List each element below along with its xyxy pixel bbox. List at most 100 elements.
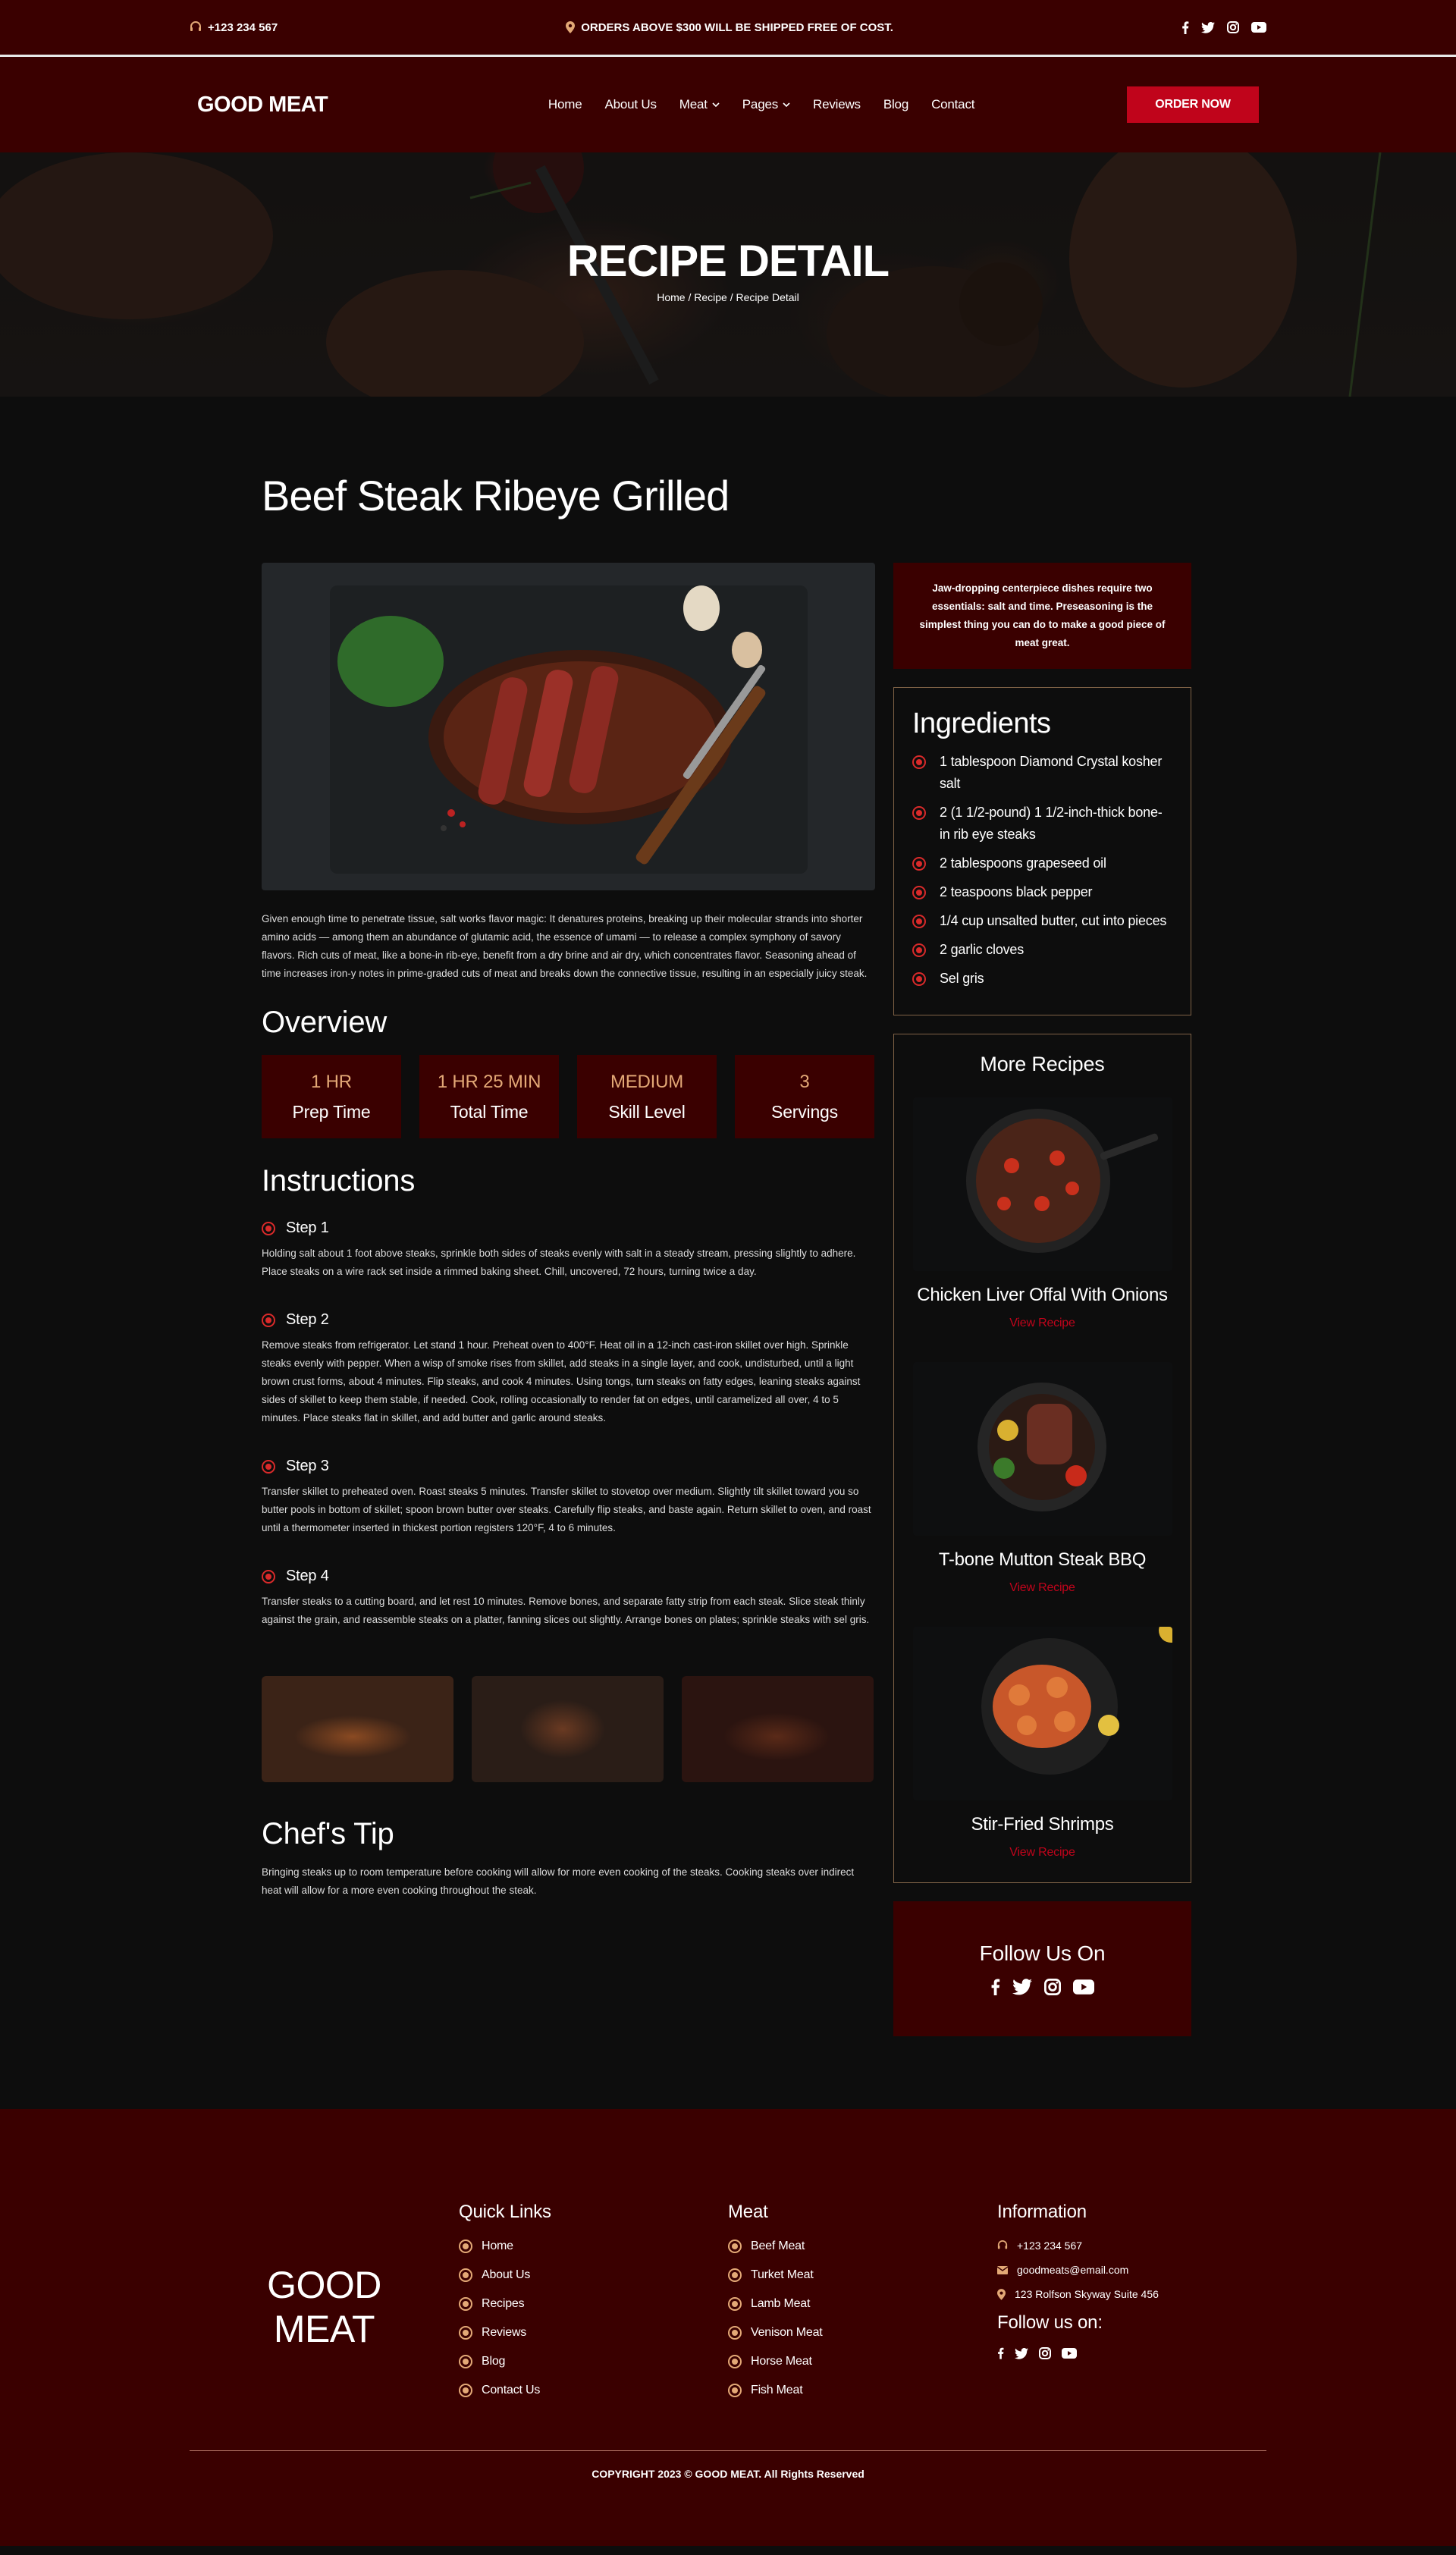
instagram-icon[interactable] <box>1044 1978 1061 1996</box>
footer-phone[interactable]: +123 234 567 <box>997 2240 1266 2252</box>
bullet-icon <box>912 886 926 899</box>
chefs-tip-section: Chef's Tip Bringing steaks up to room te… <box>262 1817 875 1900</box>
bullet-icon <box>459 2384 472 2397</box>
bullet-icon <box>912 806 926 820</box>
footer-link-lamb-meat[interactable]: Lamb Meat <box>728 2297 997 2311</box>
order-now-button[interactable]: ORDER NOW <box>1126 86 1259 123</box>
footer-link-recipes[interactable]: Recipes <box>459 2297 728 2311</box>
ingredients-title: Ingredients <box>912 708 1051 739</box>
recipe-main-image <box>262 563 875 890</box>
footer-information: Information +123 234 567 goodmeats@email… <box>997 2202 1266 2412</box>
nav-item-contact[interactable]: Contact <box>931 97 974 112</box>
chevron-down-icon <box>712 102 720 108</box>
facebook-icon[interactable] <box>990 1978 1000 1996</box>
recipe-card-title[interactable]: Stir-Fried Shrimps <box>913 1814 1172 1835</box>
footer-link-beef-meat[interactable]: Beef Meat <box>728 2240 997 2253</box>
bullet-icon <box>262 1459 275 1474</box>
youtube-icon[interactable] <box>1073 1978 1094 1996</box>
bullet-icon <box>912 972 926 986</box>
view-recipe-link[interactable]: View Recipe <box>1009 1317 1075 1330</box>
instagram-icon[interactable] <box>1039 2347 1051 2359</box>
topbar-phone[interactable]: +123 234 567 <box>190 21 278 34</box>
step-1: Step 1 Holding salt about 1 foot above s… <box>262 1219 875 1281</box>
facebook-icon[interactable] <box>997 2347 1004 2359</box>
footer-link-contact-us[interactable]: Contact Us <box>459 2384 728 2397</box>
overview-title: Overview <box>262 1006 388 1039</box>
twitter-icon[interactable] <box>1015 2347 1028 2359</box>
bullet-icon <box>912 915 926 928</box>
chevron-down-icon <box>783 102 790 108</box>
overview-servings: 3 Servings <box>735 1055 874 1138</box>
nav-item-meat[interactable]: Meat <box>679 97 720 112</box>
footer-link-about-us[interactable]: About Us <box>459 2268 728 2282</box>
footer-address: 123 Rolfson Skyway Suite 456 <box>997 2288 1266 2300</box>
nav-item-about-us[interactable]: About Us <box>604 97 657 112</box>
site-logo[interactable]: GOOD MEAT <box>197 93 328 118</box>
bullet-icon <box>459 2268 472 2282</box>
footer-link-home[interactable]: Home <box>459 2240 728 2253</box>
bullet-icon <box>728 2384 742 2397</box>
twitter-icon[interactable] <box>1012 1978 1032 1996</box>
bullet-icon <box>728 2268 742 2282</box>
bullet-icon <box>459 2240 472 2253</box>
bullet-icon <box>912 857 926 871</box>
youtube-icon[interactable] <box>1251 22 1266 33</box>
footer-meat-links: Meat Beef Meat Turket Meat Lamb Meat Ven… <box>728 2202 997 2412</box>
youtube-icon[interactable] <box>1062 2347 1077 2359</box>
footer-column-title: Quick Links <box>459 2202 551 2222</box>
bullet-icon <box>459 2297 472 2311</box>
topbar-phone-text: +123 234 567 <box>208 20 278 34</box>
footer-link-venison-meat[interactable]: Venison Meat <box>728 2326 997 2340</box>
footer-follow-title: Follow us on: <box>997 2312 1103 2333</box>
view-recipe-link[interactable]: View Recipe <box>1009 1846 1075 1860</box>
follow-us-box: Follow Us On <box>893 1901 1191 2036</box>
recipe-card-image[interactable] <box>913 1097 1172 1271</box>
promo-box: Jaw-dropping centerpiece dishes require … <box>893 563 1191 669</box>
facebook-icon[interactable] <box>1181 20 1189 34</box>
footer-link-fish-meat[interactable]: Fish Meat <box>728 2384 997 2397</box>
overview-section: Overview 1 HR Prep Time 1 HR 25 MIN Tota… <box>262 1006 875 1138</box>
ingredient-item: 2 garlic cloves <box>912 939 1172 961</box>
bullet-icon <box>459 2326 472 2340</box>
recipe-title: Beef Steak Ribeye Grilled <box>262 472 730 519</box>
step-title: Step 3 <box>286 1458 329 1474</box>
footer-link-turket-meat[interactable]: Turket Meat <box>728 2268 997 2282</box>
footer-link-blog[interactable]: Blog <box>459 2355 728 2368</box>
twitter-icon[interactable] <box>1201 21 1215 33</box>
nav-item-home[interactable]: Home <box>548 97 582 112</box>
footer-link-reviews[interactable]: Reviews <box>459 2326 728 2340</box>
overview-prep-time: 1 HR Prep Time <box>262 1055 401 1138</box>
gallery-image-3[interactable] <box>682 1676 874 1782</box>
overview-skill-level: MEDIUM Skill Level <box>577 1055 717 1138</box>
shipping-text: ORDERS ABOVE $300 WILL BE SHIPPED FREE O… <box>581 20 893 34</box>
bullet-icon <box>262 1569 275 1584</box>
footer-email[interactable]: goodmeats@email.com <box>997 2264 1266 2276</box>
steak-illustration <box>330 585 808 874</box>
hero-title: RECIPE DETAIL <box>566 237 890 286</box>
recipe-card-image[interactable] <box>913 1362 1172 1536</box>
footer-quick-links: Quick Links Home About Us Recipes Review… <box>459 2202 728 2412</box>
recipe-card: Chicken Liver Offal With Onions View Rec… <box>913 1097 1172 1330</box>
view-recipe-link[interactable]: View Recipe <box>1009 1581 1075 1595</box>
follow-us-title: Follow Us On <box>979 1941 1106 1965</box>
recipe-card: Stir-Fried Shrimps View Recipe <box>913 1627 1172 1860</box>
step-text: Transfer steaks to a cutting board, and … <box>262 1596 870 1625</box>
ingredient-item: 2 (1 1/2-pound) 1 1/2-inch-thick bone-in… <box>912 802 1172 846</box>
nav-item-reviews[interactable]: Reviews <box>813 97 861 112</box>
footer-column-title: Meat <box>728 2202 768 2222</box>
instagram-icon[interactable] <box>1227 21 1239 33</box>
recipe-card-title[interactable]: Chicken Liver Offal With Onions <box>913 1285 1172 1306</box>
recipe-card-image[interactable] <box>913 1627 1172 1800</box>
nav-item-pages[interactable]: Pages <box>742 97 790 112</box>
topbar-social <box>1181 20 1266 34</box>
recipe-card-title[interactable]: T-bone Mutton Steak BBQ <box>913 1549 1172 1571</box>
location-pin-icon <box>997 2288 1006 2300</box>
footer-logo[interactable]: GOOD MEAT <box>190 2202 459 2412</box>
site-footer: GOOD MEAT Quick Links Home About Us Recip… <box>0 2109 1456 2546</box>
nav-item-blog[interactable]: Blog <box>883 97 908 112</box>
bullet-icon <box>262 1313 275 1327</box>
footer-link-horse-meat[interactable]: Horse Meat <box>728 2355 997 2368</box>
gallery-image-2[interactable] <box>472 1676 664 1782</box>
breadcrumb: Home / Recipe / Recipe Detail <box>657 291 799 303</box>
gallery-image-1[interactable] <box>262 1676 453 1782</box>
